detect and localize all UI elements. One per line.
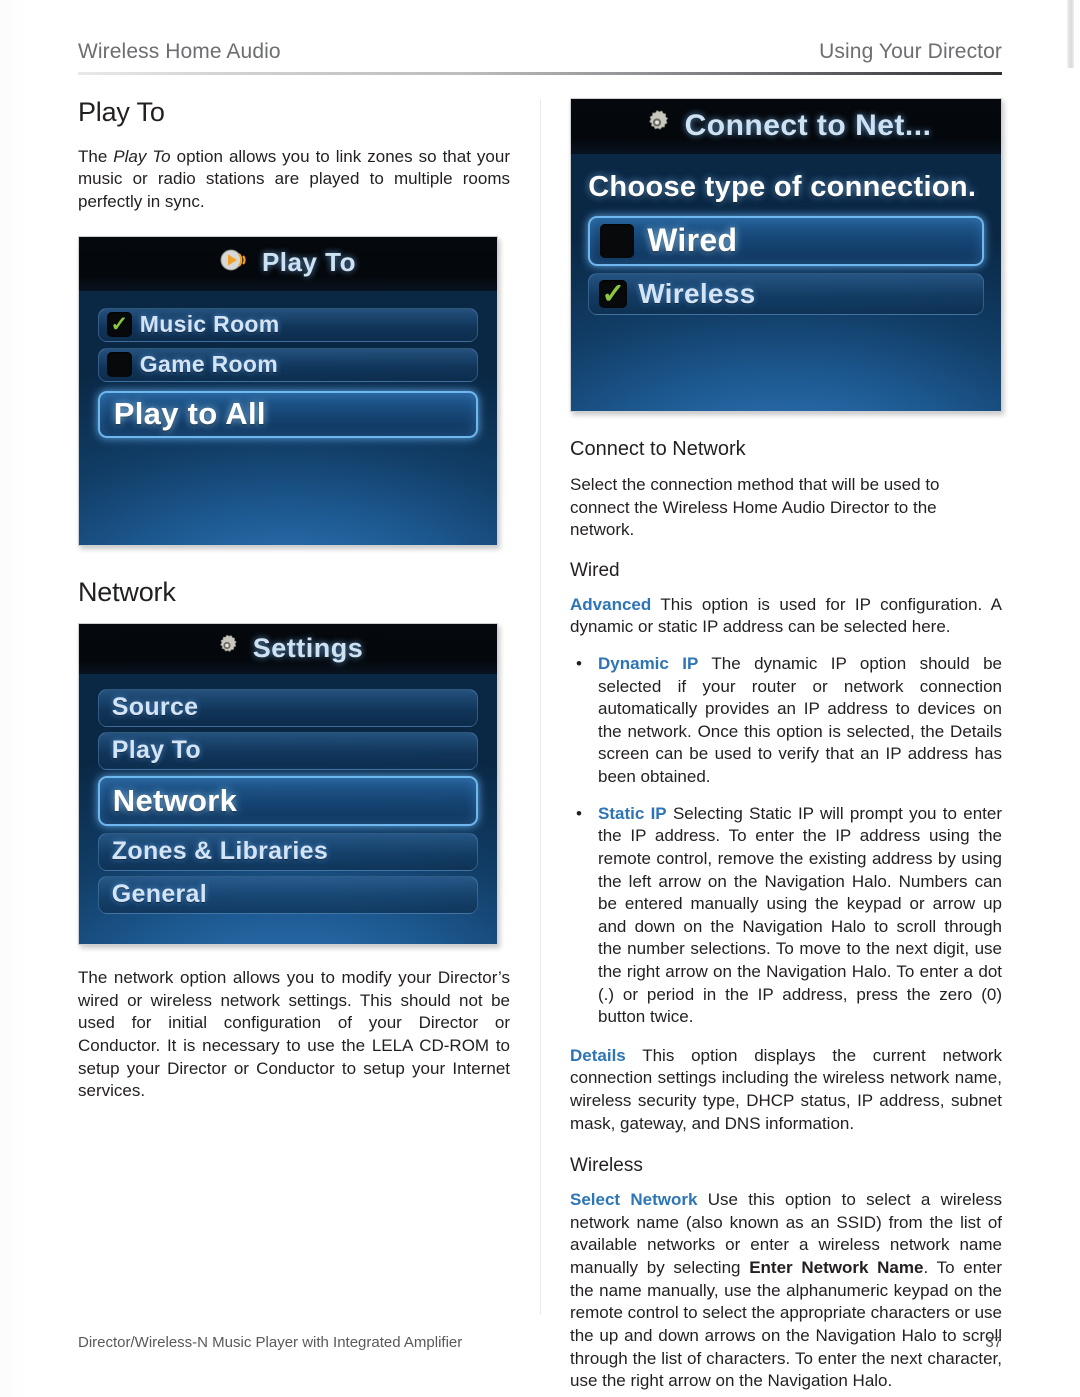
enter-network-name-bold: Enter Network Name (749, 1258, 924, 1278)
network-body-text: The network option allows you to modify … (78, 968, 510, 1101)
connect-row-label: Wireless (638, 277, 756, 309)
wireless-heading: Wireless (570, 1155, 643, 1177)
page-left-edge (0, 0, 26, 1397)
running-head-rule (78, 72, 1002, 75)
connect-to-network-intro: Select the connection method that will b… (570, 475, 940, 540)
bullet-static-ip: • Static IP Selecting Static IP will prom… (570, 803, 1002, 1029)
settings-item-play-to[interactable]: Play To (97, 731, 479, 770)
connect-row-wireless[interactable]: ✓ Wireless (588, 272, 984, 315)
play-to-intro-before: The (78, 146, 114, 166)
page-right-edge (1067, 0, 1074, 68)
connect-screen-title: Connect to Net... (684, 108, 932, 142)
checkbox-checked-icon[interactable]: ✓ (106, 312, 132, 338)
advanced-paragraph: Advanced This option is used for IP conf… (570, 594, 1002, 639)
static-ip-text: Selecting Static IP will prompt you to e… (598, 803, 1002, 1027)
settings-item-label: General (111, 880, 207, 909)
settings-screen-image: Settings Source Play To Network Zones & … (78, 623, 498, 946)
settings-item-label: Source (111, 693, 199, 722)
connect-row-wired[interactable]: Wired (588, 215, 984, 266)
check-mark: ✓ (110, 313, 129, 337)
connect-to-network-heading: Connect to Network (570, 438, 746, 460)
bullet-marker: • (576, 654, 582, 674)
play-to-row-game-room[interactable]: Game Room (97, 347, 479, 382)
details-term: Details (570, 1045, 626, 1065)
bullet-marker: • (576, 803, 582, 823)
connect-screen-prompt: Choose type of connection. (588, 171, 977, 204)
settings-item-label: Zones & Libraries (111, 837, 329, 866)
running-head-left: Wireless Home Audio (78, 40, 281, 63)
dynamic-ip-text: The dynamic IP option should be selected… (598, 654, 1002, 787)
play-to-all-label: Play to All (113, 396, 266, 432)
play-to-all-button[interactable]: Play to All (97, 390, 479, 438)
connect-to-network-screen-image: Connect to Net... Choose type of connect… (570, 98, 1002, 412)
checkbox-unchecked-icon[interactable] (106, 352, 132, 378)
gear-icon (641, 107, 673, 144)
document-page: Wireless Home Audio Using Your Director … (0, 0, 1080, 1397)
dynamic-ip-term: Dynamic IP (598, 654, 699, 674)
play-to-screen-title: Play To (261, 247, 357, 278)
running-head: Wireless Home Audio Using Your Director (78, 40, 1002, 64)
play-to-screen-titlebar: Play To (79, 236, 497, 291)
select-network-paragraph: Select Network Use this option to select… (570, 1189, 1002, 1392)
settings-screen-title: Settings (252, 632, 364, 663)
advanced-term: Advanced (570, 594, 652, 614)
right-column: Connect to Net... Choose type of connect… (570, 98, 1002, 1393)
bullet-dynamic-ip: • Dynamic IP The dynamic IP option should… (570, 653, 1002, 789)
static-ip-term: Static IP (598, 803, 667, 823)
checkbox-checked-icon[interactable]: ✓ (599, 277, 628, 309)
select-network-text-2: . To enter the name manually, use the al… (570, 1258, 1002, 1391)
settings-screen-body: Source Play To Network Zones & Libraries… (79, 674, 497, 945)
footer-product-line: Director/Wireless-N Music Player with In… (78, 1334, 463, 1351)
play-to-screen-body: ✓ Music Room Game Room Play to All (79, 290, 497, 545)
settings-screen-titlebar: Settings (79, 624, 497, 675)
connect-row-label: Wired (647, 222, 738, 259)
settings-item-general[interactable]: General (97, 875, 479, 914)
connect-screen-body: Choose type of connection. Wired ✓ Wirel… (571, 154, 1001, 411)
play-to-row-label: Music Room (139, 311, 280, 338)
settings-item-label: Network (112, 782, 238, 818)
settings-item-network[interactable]: Network (97, 775, 479, 826)
settings-item-zones-libraries[interactable]: Zones & Libraries (97, 832, 479, 871)
footer-divider (540, 1297, 541, 1311)
play-to-intro-italic: Play To (113, 146, 171, 166)
running-head-right: Using Your Director (819, 40, 1002, 63)
settings-item-source[interactable]: Source (97, 688, 479, 727)
play-to-row-label: Game Room (139, 351, 278, 378)
wired-heading: Wired (570, 559, 620, 581)
settings-item-label: Play To (111, 736, 201, 765)
column-divider (540, 100, 541, 1315)
play-to-row-music-room[interactable]: ✓ Music Room (97, 307, 479, 342)
play-to-screen-image: Play To ✓ Music Room Game Room Play to A… (78, 235, 498, 546)
left-column: Play To The Play To option allows you to… (78, 97, 510, 1103)
wired-bullet-list: • Dynamic IP The dynamic IP option should… (570, 653, 1002, 1029)
play-speaker-icon (220, 248, 250, 277)
connect-screen-titlebar: Connect to Net... (571, 99, 1001, 155)
details-paragraph: Details This option displays the current… (570, 1045, 1002, 1135)
page-footer: Director/Wireless-N Music Player with In… (78, 1334, 1002, 1351)
details-text: This option displays the current network… (570, 1045, 1002, 1133)
select-network-term: Select Network (570, 1190, 698, 1210)
play-to-intro: The Play To option allows you to link zo… (78, 146, 510, 214)
footer-page-number: 37 (985, 1334, 1002, 1351)
check-mark: ✓ (601, 277, 625, 309)
checkbox-unchecked-icon[interactable] (600, 223, 635, 258)
gear-icon (213, 632, 241, 665)
play-to-heading: Play To (78, 97, 165, 127)
network-heading: Network (78, 576, 176, 607)
